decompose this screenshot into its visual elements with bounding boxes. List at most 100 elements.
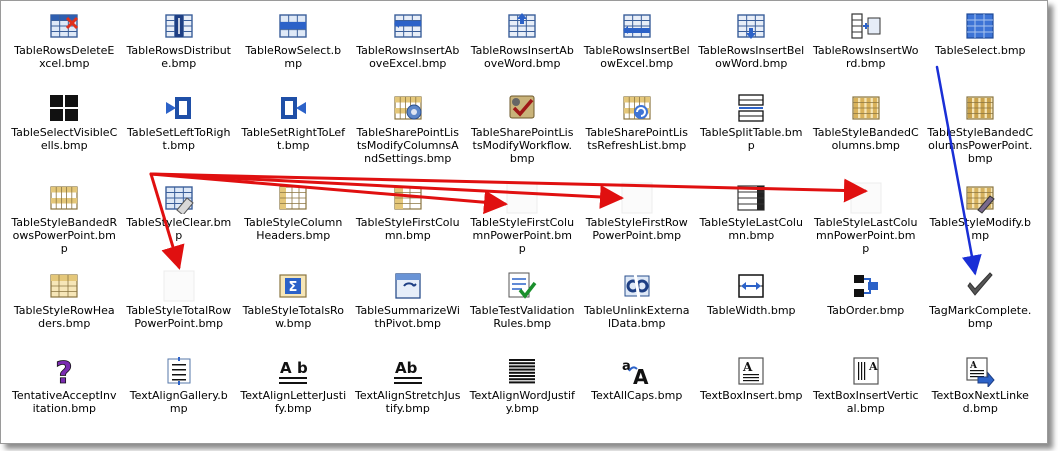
file-item-18[interactable]: TableStyleBandedColumnsPowerPoint.bmp	[923, 88, 1038, 178]
file-item-12[interactable]: TableSetRightToLeft.bmp	[236, 88, 351, 178]
file-name: TableRowsDistribute.bmp	[126, 44, 231, 70]
table-style-column-headers-icon	[277, 182, 309, 214]
file-item-34[interactable]: TableWidth.bmp	[694, 266, 809, 351]
file-name: TableStyleTotalsRow.bmp	[242, 304, 344, 330]
table-unlink-external-icon	[621, 270, 653, 302]
sharepoint-modify-workflow-icon	[506, 92, 538, 124]
svg-text:?: ?	[56, 356, 73, 387]
table-row-select-icon	[277, 10, 309, 42]
file-item-36[interactable]: TagMarkComplete.bmp	[923, 266, 1038, 351]
file-name: TableSharePointListsRefreshList.bmp	[585, 126, 688, 152]
table-style-totals-row-icon: Σ	[277, 270, 309, 302]
file-item-27[interactable]: TableStyleModify.bmp	[923, 178, 1038, 266]
file-item-8[interactable]: TableRowsInsertWord.bmp	[809, 6, 924, 88]
file-item-9[interactable]: TableSelect.bmp	[923, 6, 1038, 88]
file-item-15[interactable]: TableSharePointListsRefreshList.bmp	[580, 88, 695, 178]
text-box-next-linked-icon: A	[964, 355, 996, 387]
file-item-13[interactable]: TableSharePointListsModifyColumnsAndSett…	[351, 88, 466, 178]
file-item-14[interactable]: TableSharePointListsModifyWorkflow.bmp	[465, 88, 580, 178]
file-item-39[interactable]: Ab TextAlignLetterJustify.bmp	[236, 351, 351, 433]
file-item-45[interactable]: A TextBoxNextLinked.bmp	[923, 351, 1038, 433]
file-name: TableStyleFirstColumn.bmp	[355, 216, 460, 242]
file-name: TableStyleLastColumn.bmp	[699, 216, 803, 242]
file-item-1[interactable]: TableRowsDeleteExcel.bmp	[7, 6, 122, 88]
file-item-6[interactable]: TableRowsInsertBelowExcel.bmp	[580, 6, 695, 88]
icon-grid: TableRowsDeleteExcel.bmp TableRowsDistri…	[7, 6, 1043, 443]
file-item-16[interactable]: TableSplitTable.bmp	[694, 88, 809, 178]
table-style-modify-icon	[964, 182, 996, 214]
file-item-32[interactable]: TableTestValidationRules.bmp	[465, 266, 580, 351]
text-all-caps-icon: aA	[621, 355, 653, 387]
text-align-stretch-justify-icon: Ab	[392, 355, 424, 387]
file-name: TextAllCaps.bmp	[591, 389, 683, 402]
file-item-5[interactable]: TableRowsInsertAboveWord.bmp	[465, 6, 580, 88]
file-name: TableStyleTotalRowPowerPoint.bmp	[126, 304, 232, 330]
blank-icon	[506, 182, 538, 214]
file-item-28[interactable]: TableStyleRowHeaders.bmp	[7, 266, 122, 351]
file-item-26[interactable]: TableStyleLastColumnPowerPoint.bmp	[809, 178, 924, 266]
file-name: TextAlignGallery.bmp	[129, 389, 228, 415]
file-item-24[interactable]: TableStyleFirstRowPowerPoint.bmp	[580, 178, 695, 266]
file-item-10[interactable]: TableSelectVisibleCells.bmp	[7, 88, 122, 178]
file-item-19[interactable]: TableStyleBandedRowsPowerPoint.bmp	[7, 178, 122, 266]
file-name: TableSelect.bmp	[934, 44, 1026, 57]
file-name: TableStyleModify.bmp	[929, 216, 1031, 242]
svg-text:A: A	[742, 360, 753, 374]
file-item-2[interactable]: TableRowsDistribute.bmp	[122, 6, 237, 88]
text-align-letter-justify-icon: Ab	[277, 355, 309, 387]
checkmark-icon	[964, 270, 996, 302]
svg-text:A: A	[969, 361, 978, 371]
svg-text:A: A	[868, 360, 878, 373]
file-name: TextBoxInsert.bmp	[700, 389, 803, 402]
file-name: TentativeAcceptInvitation.bmp	[11, 389, 117, 415]
table-style-banded-rows-icon	[48, 182, 80, 214]
table-split-icon	[735, 92, 767, 124]
file-item-20[interactable]: TableStyleClear.bmp	[122, 178, 237, 266]
file-item-7[interactable]: TableRowsInsertBelowWord.bmp	[694, 6, 809, 88]
file-name: TabOrder.bmp	[827, 304, 905, 317]
file-name: TableStyleClear.bmp	[126, 216, 232, 242]
file-name: TableSplitTable.bmp	[700, 126, 803, 152]
table-rows-delete-excel-icon	[48, 10, 80, 42]
blank-icon	[850, 182, 882, 214]
file-item-38[interactable]: TextAlignGallery.bmp	[122, 351, 237, 433]
table-select-visible-cells-icon	[48, 92, 80, 124]
file-item-21[interactable]: TableStyleColumnHeaders.bmp	[236, 178, 351, 266]
file-name: TableSharePointListsModifyWorkflow.bmp	[471, 126, 574, 165]
file-item-37[interactable]: ? TentativeAcceptInvitation.bmp	[7, 351, 122, 433]
file-item-40[interactable]: Ab TextAlignStretchJustify.bmp	[351, 351, 466, 433]
file-name: TableStyleRowHeaders.bmp	[13, 304, 115, 330]
file-name: TableStyleFirstColumnPowerPoint.bmp	[470, 216, 575, 255]
file-name: TableSummarizeWithPivot.bmp	[355, 304, 460, 330]
table-rows-distribute-icon	[163, 10, 195, 42]
file-item-4[interactable]: TableRowsInsertAboveExcel.bmp	[351, 6, 466, 88]
tab-order-icon	[850, 270, 882, 302]
file-item-31[interactable]: TableSummarizeWithPivot.bmp	[351, 266, 466, 351]
question-mark-icon: ?	[48, 355, 80, 387]
svg-text:Ab: Ab	[395, 359, 418, 377]
file-item-25[interactable]: TableStyleLastColumn.bmp	[694, 178, 809, 266]
file-item-44[interactable]: A TextBoxInsertVertical.bmp	[809, 351, 924, 433]
table-style-clear-icon	[163, 182, 195, 214]
file-item-30[interactable]: Σ TableStyleTotalsRow.bmp	[236, 266, 351, 351]
file-browser-window: TableRowsDeleteExcel.bmp TableRowsDistri…	[0, 0, 1048, 444]
file-item-29[interactable]: TableStyleTotalRowPowerPoint.bmp	[122, 266, 237, 351]
table-rows-insert-below-excel-icon	[621, 10, 653, 42]
file-item-35[interactable]: TabOrder.bmp	[809, 266, 924, 351]
file-item-23[interactable]: TableStyleFirstColumnPowerPoint.bmp	[465, 178, 580, 266]
file-item-41[interactable]: TextAlignWordJustify.bmp	[465, 351, 580, 433]
table-style-banded-columns-icon	[850, 92, 882, 124]
blank-icon	[621, 182, 653, 214]
file-item-11[interactable]: TableSetLeftToRight.bmp	[122, 88, 237, 178]
table-rows-insert-above-word-icon	[506, 10, 538, 42]
sharepoint-refresh-list-icon	[621, 92, 653, 124]
file-item-3[interactable]: TableRowSelect.bmp	[236, 6, 351, 88]
file-item-43[interactable]: A TextBoxInsert.bmp	[694, 351, 809, 433]
file-item-17[interactable]: TableStyleBandedColumns.bmp	[809, 88, 924, 178]
file-item-42[interactable]: aA TextAllCaps.bmp	[580, 351, 695, 433]
table-rows-insert-below-word-icon	[735, 10, 767, 42]
file-item-22[interactable]: TableStyleFirstColumn.bmp	[351, 178, 466, 266]
file-name: TableUnlinkExternalData.bmp	[583, 304, 690, 330]
file-item-33[interactable]: TableUnlinkExternalData.bmp	[580, 266, 695, 351]
file-name: TableRowsInsertBelowWord.bmp	[698, 44, 805, 70]
